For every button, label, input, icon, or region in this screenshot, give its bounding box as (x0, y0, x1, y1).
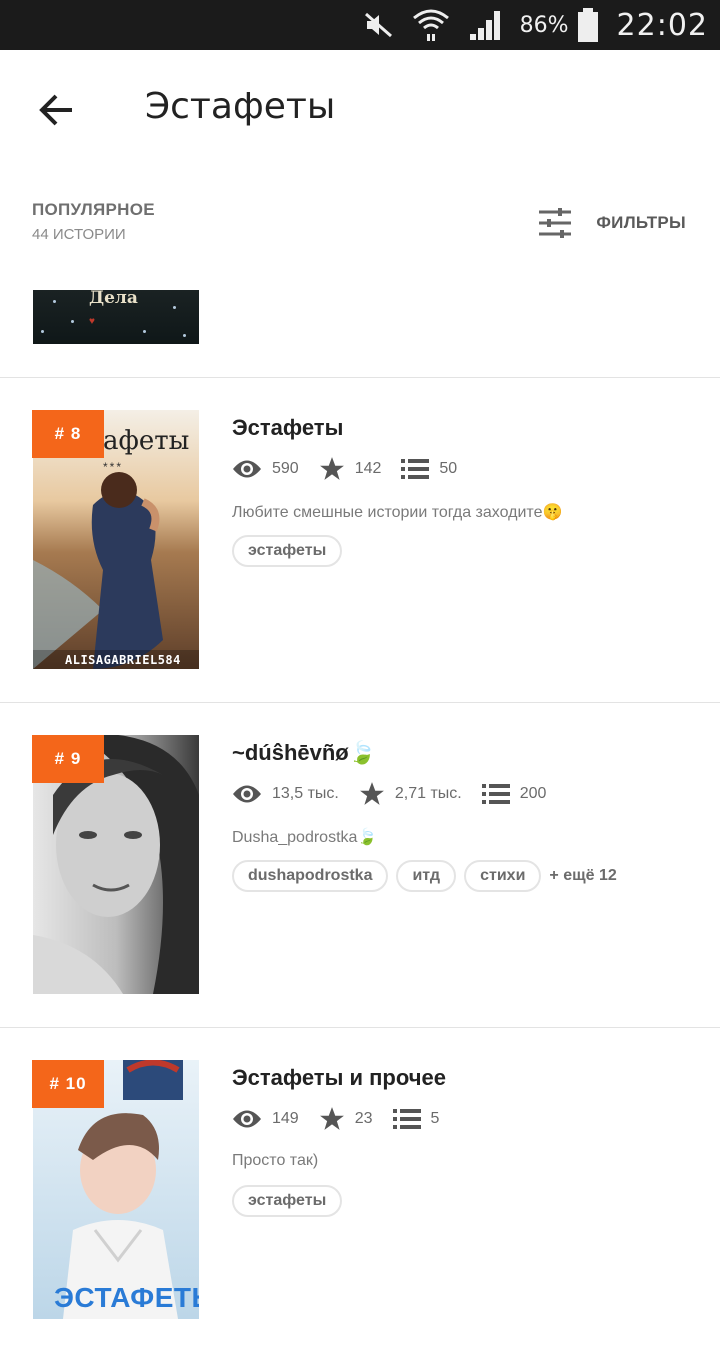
eye-icon (233, 785, 261, 803)
views-stat: 590 (232, 458, 299, 480)
filters-label: ФИЛЬТРЫ (596, 213, 686, 232)
parts-count: 200 (519, 785, 547, 802)
votes-stat: 23 (319, 1106, 373, 1132)
views-count: 590 (272, 460, 299, 477)
views-count: 13,5 тыс. (272, 785, 339, 802)
signal-icon (468, 9, 502, 41)
story-item[interactable]: ЭСТАФЕТЫ # 10 Эстафеты и прочее 149 23 5… (0, 1028, 720, 1353)
list-icon (401, 459, 430, 479)
tag-list: dushapodrostka итд стихи + ещё 12 (232, 860, 617, 892)
rank-badge: # 10 (32, 1060, 104, 1108)
views-count: 149 (272, 1110, 299, 1127)
tag-chip[interactable]: стихи (464, 860, 542, 892)
battery-icon (577, 8, 599, 42)
story-stats: 149 23 5 (232, 1104, 459, 1134)
tag-list: эстафеты (232, 535, 343, 567)
votes-stat: 2,71 тыс. (359, 781, 462, 807)
sparkle-dot (143, 330, 146, 333)
more-tags-link[interactable]: + ещё 12 (549, 867, 616, 885)
section-header: ПОПУЛЯРНОЕ 44 ИСТОРИИ ФИЛЬТРЫ (32, 200, 688, 260)
votes-count: 23 (354, 1110, 373, 1127)
list-icon (481, 784, 510, 804)
list-icon (392, 1109, 421, 1129)
parts-stat: 200 (481, 783, 547, 805)
story-title[interactable]: ~dúŝhēvñø🍃 (232, 740, 376, 766)
story-cover-partial[interactable]: Дела ♥ (33, 290, 199, 344)
mute-icon (364, 12, 394, 38)
votes-count: 142 (354, 460, 382, 477)
heart-icon: ♥ (89, 316, 95, 327)
status-bar: 86% 22:02 (0, 0, 720, 50)
tag-chip[interactable]: эстафеты (232, 1185, 343, 1217)
back-button[interactable] (34, 88, 78, 132)
eye-icon (233, 460, 261, 478)
rank-badge: # 8 (32, 410, 104, 458)
sparkle-dot (53, 300, 56, 303)
story-item[interactable]: афеты *** ALISAGABRIEL584 # 8 Эстафеты 5… (0, 378, 720, 703)
filters-button[interactable]: ФИЛЬТРЫ (538, 208, 686, 238)
story-description: Просто так) (232, 1152, 319, 1169)
sparkle-dot (173, 306, 176, 309)
parts-count: 50 (439, 460, 458, 477)
parts-count: 5 (430, 1110, 440, 1127)
votes-count: 2,71 тыс. (394, 785, 462, 802)
cover-text: Дела (89, 290, 138, 308)
views-stat: 149 (232, 1108, 299, 1130)
sparkle-dot (183, 334, 186, 337)
battery-percent: 86% (519, 12, 569, 38)
cover-author: ALISAGABRIEL584 (65, 653, 181, 667)
star-icon (359, 782, 384, 805)
story-title[interactable]: Эстафеты (232, 415, 343, 441)
sliders-icon (539, 208, 572, 238)
tag-chip[interactable]: dushapodrostka (232, 860, 389, 892)
rank-badge: # 9 (32, 735, 104, 783)
sparkle-dot (41, 330, 44, 333)
clock: 22:02 (616, 7, 708, 43)
cover-title-text: афеты (103, 426, 190, 456)
story-stats: 590 142 50 (232, 454, 477, 484)
app-bar: Эстафеты (0, 50, 720, 168)
sparkle-dot (71, 320, 74, 323)
tag-chip[interactable]: эстафеты (232, 535, 343, 567)
star-icon (319, 1107, 344, 1130)
story-item[interactable]: # 9 ~dúŝhēvñø🍃 13,5 тыс. 2,71 тыс. 200 D… (0, 703, 720, 1028)
cover-stars: *** (103, 460, 124, 474)
arrow-left-icon (39, 94, 72, 126)
cover-title-text: ЭСТАФЕТЫ (54, 1282, 199, 1313)
views-stat: 13,5 тыс. (232, 783, 339, 805)
page-title: Эстафеты (145, 86, 336, 127)
tag-chip[interactable]: итд (396, 860, 457, 892)
parts-stat: 50 (401, 458, 457, 480)
eye-icon (233, 1110, 261, 1128)
story-description: Любите смешные истории тогда заходите🤫 (232, 504, 563, 521)
wifi-icon (412, 8, 450, 42)
votes-stat: 142 (319, 456, 382, 482)
story-stats: 13,5 тыс. 2,71 тыс. 200 (232, 779, 566, 809)
story-description: Dusha_podrostka🍃 (232, 829, 378, 846)
tag-list: эстафеты (232, 1185, 343, 1217)
story-title[interactable]: Эстафеты и прочее (232, 1065, 446, 1091)
parts-stat: 5 (392, 1108, 440, 1130)
star-icon (319, 457, 344, 480)
